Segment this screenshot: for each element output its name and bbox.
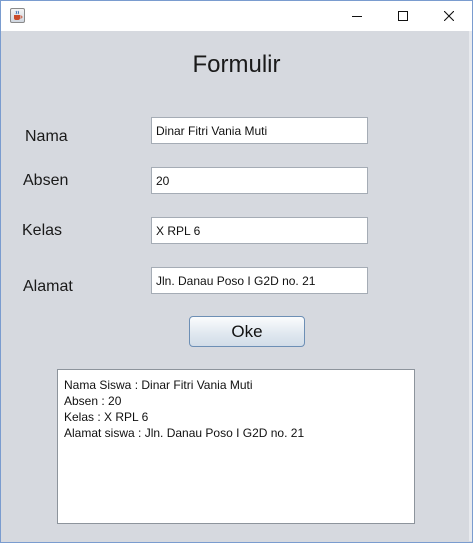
minimize-button[interactable]	[334, 1, 380, 31]
form-title: Formulir	[192, 51, 281, 78]
kelas-label: Kelas	[22, 222, 63, 239]
maximize-button[interactable]	[380, 1, 426, 31]
output-textarea[interactable]: Nama Siswa : Dinar Fitri Vania Muti Abse…	[57, 369, 415, 524]
close-button[interactable]	[426, 1, 472, 31]
output-line-nama: Nama Siswa : Dinar Fitri Vania Muti	[64, 378, 253, 392]
alamat-label: Alamat	[23, 278, 73, 295]
maximize-icon	[398, 11, 408, 21]
oke-button[interactable]: Oke	[189, 316, 305, 347]
nama-label: Nama	[25, 128, 68, 145]
window-edge	[469, 31, 472, 541]
java-coffee-icon[interactable]	[10, 8, 25, 23]
title-bar[interactable]	[1, 1, 472, 31]
absen-input[interactable]	[151, 167, 368, 194]
nama-input[interactable]	[151, 117, 368, 144]
app-window: Formulir Nama Absen Kelas Alamat Oke Nam…	[0, 0, 473, 543]
output-line-alamat: Alamat siswa : Jln. Danau Poso I G2D no.…	[64, 426, 305, 440]
absen-label: Absen	[23, 172, 69, 189]
output-line-absen: Absen : 20	[64, 394, 122, 408]
minimize-icon	[352, 16, 362, 17]
kelas-input[interactable]	[151, 217, 368, 244]
output-line-kelas: Kelas : X RPL 6	[64, 410, 149, 424]
close-icon	[444, 11, 454, 21]
alamat-input[interactable]	[151, 267, 368, 294]
